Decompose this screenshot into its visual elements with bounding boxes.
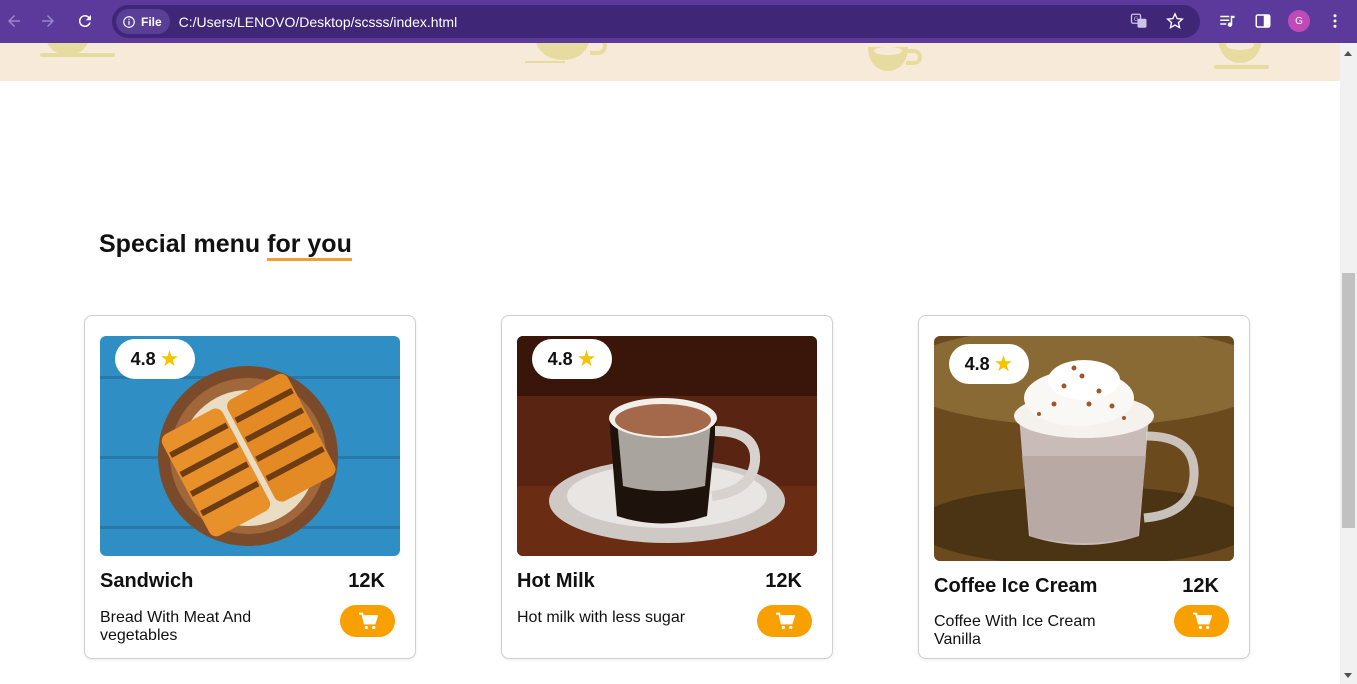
add-to-cart-button[interactable]: [1174, 605, 1229, 637]
browser-toolbar: File C:/Users/LENOVO/Desktop/scsss/index…: [0, 0, 1357, 43]
back-icon[interactable]: [1, 8, 27, 34]
rating-badge: 4.8 ★: [532, 339, 612, 379]
cart-icon: [1192, 612, 1212, 630]
item-price: 12K: [765, 570, 802, 592]
cart-icon: [358, 612, 378, 630]
coffee-cup-icon: [868, 47, 922, 71]
scrollbar-thumb[interactable]: [1342, 273, 1355, 528]
menu-card[interactable]: 4.8 ★ Sandwich 12K Bread With Meat And v…: [84, 315, 416, 659]
scroll-up-icon[interactable]: [1344, 51, 1352, 56]
address-bar[interactable]: File C:/Users/LENOVO/Desktop/scsss/index…: [112, 5, 1200, 38]
rating-badge: 4.8 ★: [115, 339, 195, 379]
item-description: Bread With Meat And vegetables: [100, 609, 252, 644]
url-text[interactable]: C:/Users/LENOVO/Desktop/scsss/index.html: [179, 14, 458, 30]
item-price: 12K: [1182, 575, 1219, 597]
item-name: Sandwich: [100, 570, 194, 592]
coffee-cup-icon: [525, 43, 607, 63]
profile-initial: G: [1288, 10, 1310, 32]
site-info-chip[interactable]: File: [116, 9, 170, 34]
side-panel-icon[interactable]: [1252, 10, 1274, 32]
page-scrollbar[interactable]: [1340, 43, 1357, 684]
scroll-down-icon[interactable]: [1344, 673, 1352, 678]
item-description: Coffee With Ice Cream Vanilla: [934, 613, 1096, 648]
item-description: Hot milk with less sugar: [517, 609, 686, 626]
svg-text:G: G: [1134, 16, 1139, 23]
star-icon: ★: [159, 346, 180, 371]
add-to-cart-button[interactable]: [757, 605, 812, 637]
section-title-prefix: Special menu: [99, 230, 261, 258]
menu-card[interactable]: 4.8 ★ Hot Milk 12K Hot milk with less su…: [501, 315, 833, 659]
media-controls-icon[interactable]: [1216, 10, 1238, 32]
add-to-cart-button[interactable]: [340, 605, 395, 637]
hero-banner-bottom: [0, 43, 1340, 81]
star-icon: ★: [576, 346, 597, 371]
profile-avatar[interactable]: G: [1288, 10, 1310, 32]
rating-value: 4.8: [547, 348, 573, 369]
rating-value: 4.8: [130, 348, 156, 369]
star-icon: ★: [993, 351, 1014, 376]
info-icon: [123, 15, 135, 28]
forward-icon[interactable]: [35, 8, 61, 34]
menu-card[interactable]: 4.8 ★ Coffee Ice Cream 12K Coffee With I…: [918, 315, 1250, 659]
section-title: Special menu for you: [99, 230, 352, 261]
menu-kebab-icon[interactable]: [1324, 10, 1346, 32]
translate-icon[interactable]: G: [1128, 10, 1150, 32]
section-title-highlight: for you: [267, 230, 352, 261]
item-name: Coffee Ice Cream: [934, 575, 1098, 597]
coffee-cup-icon: [1214, 43, 1269, 69]
rating-badge: 4.8 ★: [949, 344, 1029, 384]
item-name: Hot Milk: [517, 570, 595, 592]
reload-icon[interactable]: [72, 8, 98, 34]
cart-icon: [775, 612, 795, 630]
bookmark-star-icon[interactable]: [1164, 10, 1186, 32]
site-chip-label: File: [141, 14, 162, 29]
rating-value: 4.8: [964, 353, 990, 374]
coffee-cup-icon: [40, 43, 115, 57]
item-price: 12K: [348, 570, 385, 592]
